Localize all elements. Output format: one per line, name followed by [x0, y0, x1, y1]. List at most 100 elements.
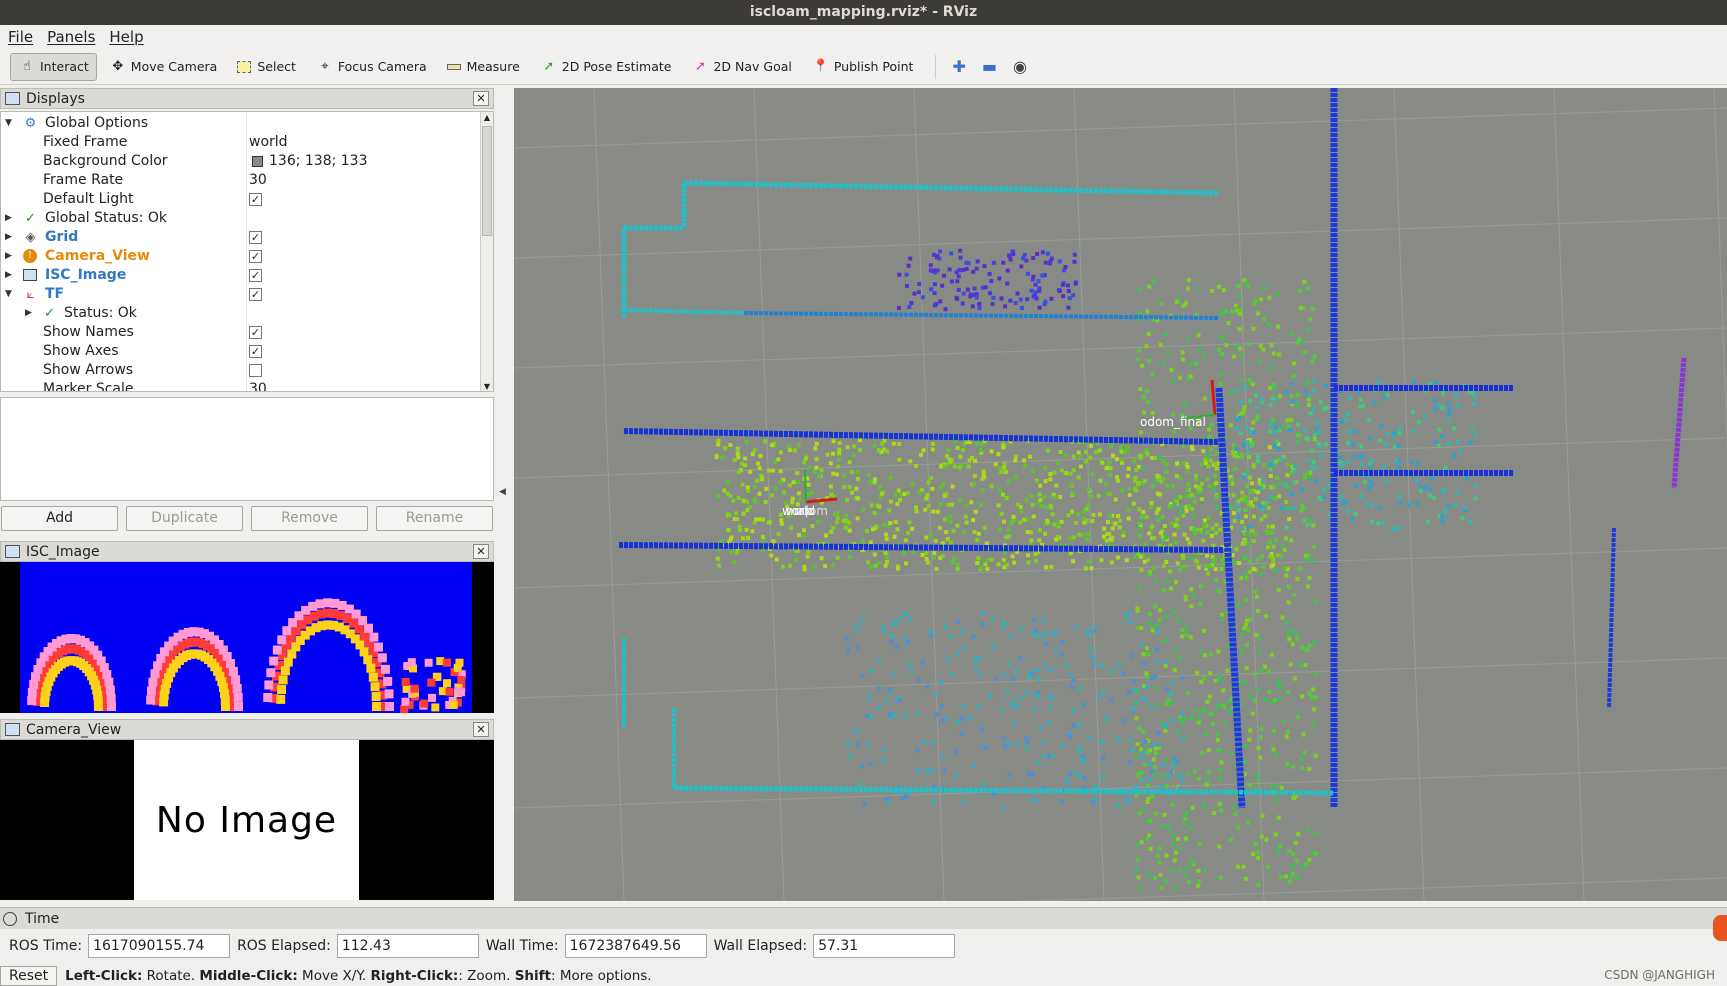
show-names-checkbox[interactable]: ✓ — [249, 326, 262, 339]
expand-right-icon[interactable]: ▶ — [5, 247, 15, 266]
expand-right-icon[interactable]: ▶ — [5, 266, 15, 285]
tree-row-show-names[interactable]: Show Names ✓ — [1, 323, 481, 342]
render-3d-view[interactable]: odom_final world map odom — [514, 88, 1727, 901]
default-light-checkbox[interactable]: ✓ — [249, 193, 262, 206]
point-cluster — [1441, 487, 1446, 492]
expand-down-icon[interactable]: ▼ — [5, 285, 15, 304]
nav-goal-tool-button[interactable]: ➚ 2D Nav Goal — [683, 53, 799, 81]
isc-image-checkbox[interactable]: ✓ — [249, 269, 262, 282]
tree-row-fixed-frame[interactable]: Fixed Frame world — [1, 133, 481, 152]
point-cluster — [1057, 259, 1062, 264]
point-cluster — [1178, 495, 1183, 500]
point-cluster — [1359, 462, 1364, 467]
point-cluster — [1035, 668, 1040, 673]
point-cluster — [1218, 527, 1223, 532]
close-icon[interactable]: ✕ — [473, 91, 489, 106]
point-cluster — [1184, 508, 1189, 513]
reset-button[interactable]: Reset — [0, 966, 58, 986]
point-cluster — [1180, 675, 1185, 680]
grid-line — [593, 88, 625, 901]
tree-row-global-options[interactable]: ▼ ⚙ Global Options — [1, 114, 481, 133]
tree-row-frame-rate[interactable]: Frame Rate 30 — [1, 171, 481, 190]
tf-checkbox[interactable]: ✓ — [249, 288, 262, 301]
point-cluster — [1153, 456, 1158, 461]
focus-camera-tool-button[interactable]: ⌖ Focus Camera — [308, 53, 435, 81]
point-cluster — [1040, 250, 1045, 255]
point-cluster — [1312, 379, 1317, 384]
point-cluster — [884, 536, 889, 541]
isc-cell — [233, 692, 243, 702]
move-camera-tool-button[interactable]: ✥ Move Camera — [101, 53, 226, 81]
background-color-value[interactable]: 136; 138; 133 — [269, 152, 368, 171]
wall-elapsed-field[interactable]: 57.31 — [813, 934, 956, 958]
point-cluster — [1232, 354, 1237, 359]
remove-button[interactable]: Remove — [251, 506, 368, 531]
collapse-left-icon[interactable]: ◀ — [499, 487, 507, 501]
tree-row-background-color[interactable]: Background Color 136; 138; 133 — [1, 152, 481, 171]
wall-time-field[interactable]: 1672387649.56 — [564, 934, 707, 958]
point-cluster — [1010, 699, 1015, 704]
menu-file[interactable]: File — [8, 28, 33, 46]
remove-tool-button[interactable]: ▬ — [976, 53, 1003, 81]
show-axes-checkbox[interactable]: ✓ — [249, 345, 262, 358]
fixed-frame-value[interactable]: world — [249, 133, 288, 152]
duplicate-button[interactable]: Duplicate — [126, 506, 243, 531]
marker-scale-value[interactable]: 30 — [249, 380, 267, 391]
tree-row-grid[interactable]: ▶ ◈ Grid ✓ — [1, 228, 481, 247]
point-cluster — [847, 460, 852, 465]
point-cluster — [1120, 457, 1125, 462]
point-cluster — [1068, 471, 1073, 476]
tree-row-global-status[interactable]: ▶ ✓ Global Status: Ok — [1, 209, 481, 228]
expand-down-icon[interactable]: ▼ — [5, 114, 15, 133]
close-icon[interactable]: ✕ — [473, 544, 489, 559]
point-cluster — [1164, 853, 1169, 858]
point-cluster — [1236, 560, 1241, 565]
point-cluster — [1235, 387, 1240, 392]
menu-panels[interactable]: Panels — [47, 28, 95, 46]
grid-checkbox[interactable]: ✓ — [249, 231, 262, 244]
tree-scrollbar[interactable]: ▲ ▼ — [480, 112, 493, 391]
point-cluster — [1240, 519, 1245, 524]
close-icon[interactable]: ✕ — [473, 722, 489, 737]
publish-point-tool-button[interactable]: 📍 Publish Point — [804, 53, 922, 81]
tree-row-tf-status[interactable]: ▶ ✓ Status: Ok — [1, 304, 481, 323]
scroll-up-icon[interactable]: ▲ — [481, 112, 493, 124]
point-cluster — [932, 291, 937, 296]
interact-tool-button[interactable]: ☝ Interact — [10, 52, 97, 81]
expand-right-icon[interactable]: ▶ — [25, 304, 35, 323]
isc-cell — [232, 683, 242, 693]
add-tool-button[interactable]: ✚ — [946, 53, 971, 81]
tree-row-default-light[interactable]: Default Light ✓ — [1, 190, 481, 209]
color-swatch[interactable] — [252, 156, 263, 167]
tree-row-show-arrows[interactable]: Show Arrows — [1, 361, 481, 380]
tree-row-tf[interactable]: ▼ ⟀ TF ✓ — [1, 285, 481, 304]
point-cluster — [1199, 584, 1204, 589]
point-cluster — [950, 502, 955, 507]
point-cluster — [1218, 875, 1223, 880]
menu-help[interactable]: Help — [109, 28, 143, 46]
frame-rate-value[interactable]: 30 — [249, 171, 267, 190]
expand-right-icon[interactable]: ▶ — [5, 209, 15, 228]
camera-view-checkbox[interactable]: ✓ — [249, 250, 262, 263]
scrollbar-thumb[interactable] — [482, 126, 492, 236]
scroll-down-icon[interactable]: ▼ — [481, 381, 493, 391]
isc-cell — [228, 666, 238, 676]
rename-button[interactable]: Rename — [376, 506, 493, 531]
tree-row-camera-view[interactable]: ▶ ! Camera_View ✓ — [1, 247, 481, 266]
expand-right-icon[interactable]: ▶ — [5, 228, 15, 247]
show-arrows-checkbox[interactable] — [249, 364, 262, 377]
pose-estimate-tool-button[interactable]: ➚ 2D Pose Estimate — [532, 53, 680, 81]
point-cloud-map[interactable]: odom_finalworldmapodom — [514, 88, 1727, 901]
tool-properties-button[interactable]: ◉ — [1007, 53, 1033, 81]
tree-row-isc-image[interactable]: ▶ ISC_Image ✓ — [1, 266, 481, 285]
select-tool-button[interactable]: Select — [229, 53, 304, 81]
ros-elapsed-field[interactable]: 112.43 — [336, 934, 479, 958]
point-cluster — [1277, 394, 1282, 399]
displays-tree[interactable]: ▼ ⚙ Global Options Fixed Frame world Bac… — [0, 111, 494, 392]
measure-tool-button[interactable]: Measure — [439, 53, 528, 81]
point-cluster — [1054, 648, 1059, 653]
tree-row-show-axes[interactable]: Show Axes ✓ — [1, 342, 481, 361]
tree-row-marker-scale[interactable]: Marker Scale 30 — [1, 380, 481, 391]
ros-time-field[interactable]: 1617090155.74 — [88, 934, 231, 958]
add-button[interactable]: Add — [1, 506, 118, 531]
